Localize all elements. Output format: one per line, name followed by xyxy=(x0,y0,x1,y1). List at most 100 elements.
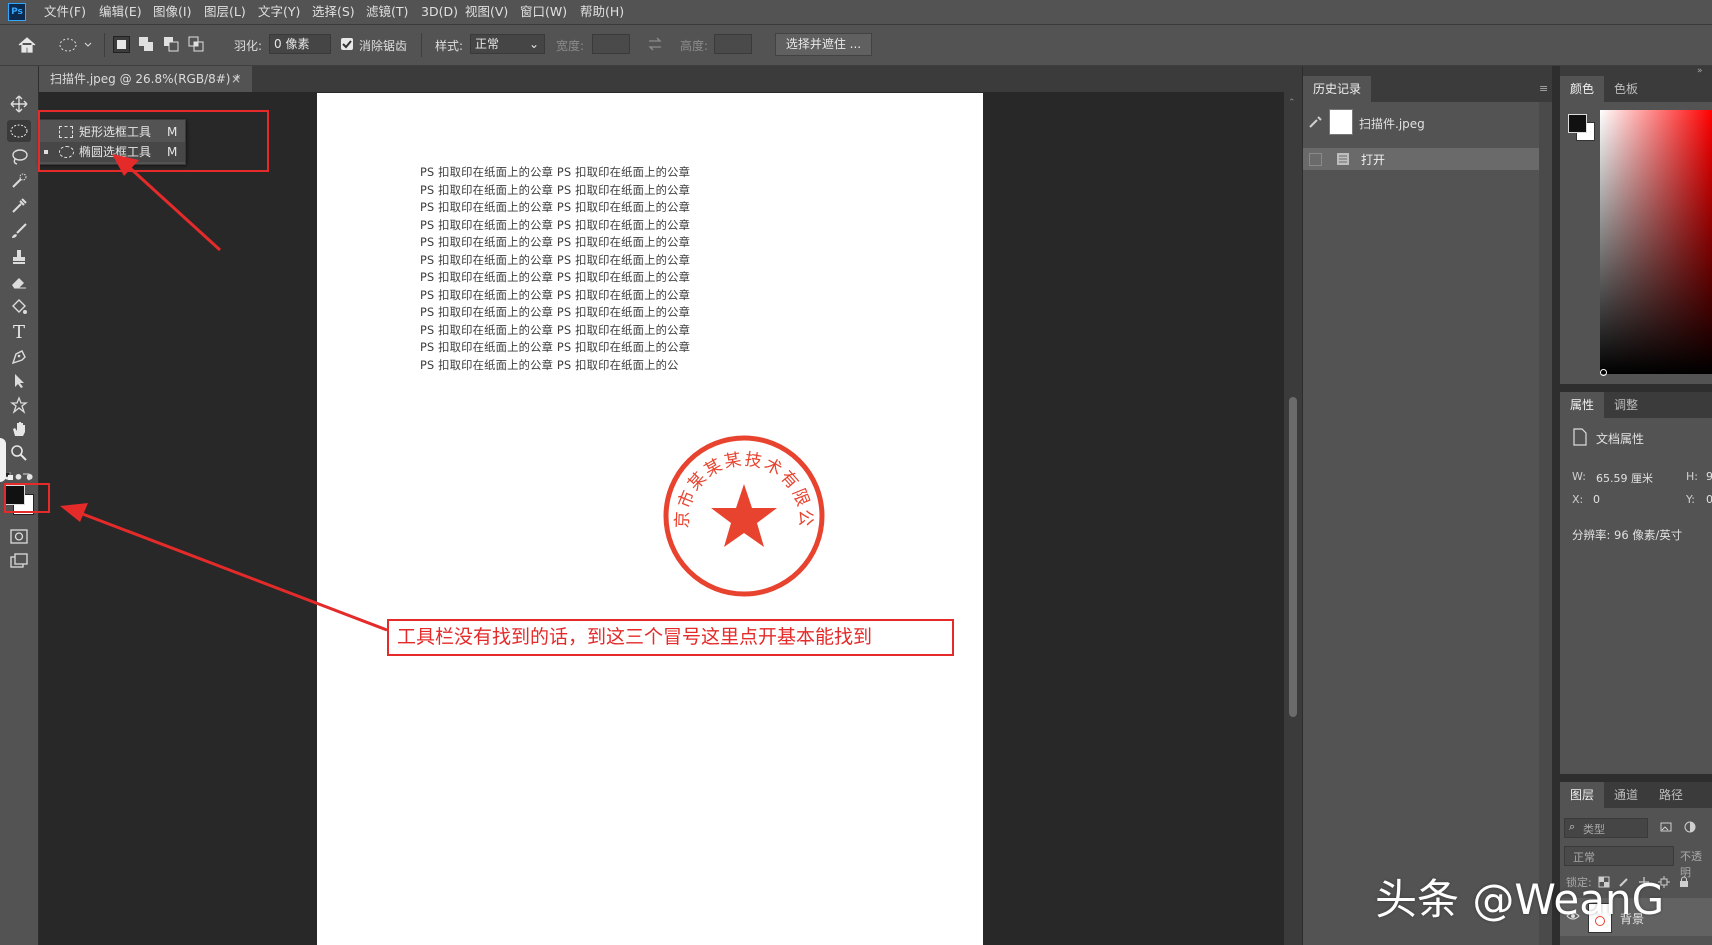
tab-history[interactable]: 历史记录 xyxy=(1303,76,1372,102)
ellipse-marquee-preset-icon[interactable] xyxy=(58,37,94,53)
scrollbar-thumb[interactable] xyxy=(1289,397,1297,717)
annotation-callout: 工具栏没有找到的话，到这三个冒号这里点开基本能找到 xyxy=(387,619,954,656)
history-step-label: 打开 xyxy=(1361,153,1386,167)
menu-view[interactable]: 视图(V) xyxy=(465,0,508,24)
lasso-tool-icon[interactable] xyxy=(7,146,31,168)
tab-properties[interactable]: 属性 xyxy=(1560,392,1605,418)
tab-layers[interactable]: 图层 xyxy=(1560,782,1605,808)
style-select[interactable]: 正常 ⌄ xyxy=(470,34,545,54)
home-icon[interactable] xyxy=(17,36,37,54)
color-spectrum-picker[interactable] xyxy=(1600,110,1712,374)
search-icon: ⌕ xyxy=(1569,820,1576,833)
add-selection-icon[interactable] xyxy=(138,36,155,53)
history-brush-source-icon[interactable] xyxy=(1307,114,1323,130)
tab-channels[interactable]: 通道 xyxy=(1604,782,1648,808)
style-select-value: 正常 xyxy=(475,37,500,51)
x-prop-value[interactable]: 0 xyxy=(1593,493,1600,506)
eyedropper-tool-icon[interactable] xyxy=(7,195,31,217)
tab-paths[interactable]: 路径 xyxy=(1649,782,1693,808)
filter-adjustment-icon[interactable] xyxy=(1684,821,1696,833)
quick-selection-tool-icon[interactable] xyxy=(7,170,31,192)
close-tab-icon[interactable]: × xyxy=(231,66,241,92)
menu-window[interactable]: 窗口(W) xyxy=(520,0,567,24)
panel-menu-icon[interactable]: ≡ xyxy=(1539,82,1548,95)
move-tool-icon[interactable] xyxy=(7,93,31,115)
eraser-tool-icon[interactable] xyxy=(7,271,31,293)
options-bar: 羽化: 0 像素 消除锯齿 样式: 正常 ⌄ 宽度: 高度: 选择并遮住 ... xyxy=(0,25,1712,66)
photoshop-logo[interactable]: Ps xyxy=(8,3,26,21)
width-label: 宽度: xyxy=(556,39,585,53)
lock-all-icon[interactable] xyxy=(1678,876,1690,888)
layer-filter-select[interactable]: ⌕ 类型 xyxy=(1564,818,1648,838)
width-prop-value[interactable]: 65.59 厘米 xyxy=(1596,470,1653,486)
menu-edit[interactable]: 编辑(E) xyxy=(99,0,142,24)
canvas-scrollbar[interactable]: ⌃ xyxy=(1284,92,1302,945)
history-panel: 历史记录 ≡ 扫描件.jpeg 打开 xyxy=(1302,66,1553,945)
history-scrollbar[interactable] xyxy=(1539,102,1553,945)
blend-mode-select[interactable]: 正常 xyxy=(1564,846,1674,866)
menu-filter[interactable]: 滤镜(T) xyxy=(366,0,408,24)
more-tools-highlight-box xyxy=(4,483,50,513)
history-step-checkbox[interactable] xyxy=(1309,153,1322,166)
collapse-panels-icon[interactable]: » xyxy=(1697,66,1703,76)
document-text-line: PS 扣取印在纸面上的公章 PS 扣取印在纸面上的公章 xyxy=(420,201,691,214)
pen-tool-icon[interactable] xyxy=(7,346,31,368)
history-step[interactable]: 打开 xyxy=(1303,148,1539,170)
new-selection-icon[interactable] xyxy=(113,36,130,53)
select-and-mask-button[interactable]: 选择并遮住 ... xyxy=(775,33,872,56)
antialias-checkbox[interactable] xyxy=(341,38,353,50)
color-panel-foreground-swatch[interactable] xyxy=(1568,114,1587,133)
quick-mask-icon[interactable] xyxy=(7,526,31,548)
feather-input[interactable]: 0 像素 xyxy=(269,34,331,54)
filter-image-icon[interactable] xyxy=(1660,821,1672,833)
document-properties-icon xyxy=(1572,428,1588,446)
menu-select[interactable]: 选择(S) xyxy=(312,0,355,24)
document-text-line: PS 扣取印在纸面上的公章 PS 扣取印在纸面上的公章 xyxy=(420,288,691,302)
path-selection-tool-icon[interactable] xyxy=(7,370,31,392)
subtract-selection-icon[interactable] xyxy=(163,36,180,53)
menu-type[interactable]: 文字(Y) xyxy=(258,0,300,24)
menu-bar: Ps 文件(F) 编辑(E) 图像(I) 图层(L) 文字(Y) 选择(S) 滤… xyxy=(0,0,1712,25)
color-picker-cursor[interactable] xyxy=(1600,369,1607,376)
document-tab[interactable]: 扫描件.jpeg @ 26.8%(RGB/8#) * × xyxy=(38,66,252,92)
brush-tool-icon[interactable] xyxy=(7,220,31,242)
tab-adjustments[interactable]: 调整 xyxy=(1604,392,1648,418)
hand-tool-icon[interactable] xyxy=(7,418,31,440)
document-text-line: PS 扣取印在纸面上的公章 PS 扣取印在纸面上的公 xyxy=(420,358,679,372)
menu-3d[interactable]: 3D(D) xyxy=(421,0,458,24)
document-text-line: PS 扣取印在纸面上的公章 PS 扣取印在纸面上的公章 xyxy=(420,306,691,319)
document-text-line: PS 扣取印在纸面上的公章 PS 扣取印在纸面上的公章 xyxy=(420,218,691,232)
feather-label: 羽化: xyxy=(234,39,263,53)
antialias-label: 消除锯齿 xyxy=(359,39,408,53)
type-tool-icon[interactable]: T xyxy=(7,321,31,343)
y-prop-value[interactable]: 0 xyxy=(1706,493,1712,506)
swap-dimensions-icon[interactable] xyxy=(647,37,663,51)
tab-color[interactable]: 颜色 xyxy=(1560,76,1605,102)
height-input[interactable] xyxy=(714,34,752,54)
menu-layer[interactable]: 图层(L) xyxy=(204,0,246,24)
stamp-tool-icon[interactable] xyxy=(7,246,31,268)
swap-colors-icon[interactable] xyxy=(22,471,32,481)
width-input[interactable] xyxy=(592,34,630,54)
intersect-selection-icon[interactable] xyxy=(188,36,205,53)
paint-bucket-tool-icon[interactable] xyxy=(7,296,31,318)
right-panel-column: 颜色 色板 属性 调整 文档属性 W: 65.59 厘米 H: 9 X: 0 Y… xyxy=(1560,66,1712,945)
ellipse-marquee-tool-icon[interactable] xyxy=(7,120,31,142)
flyout-highlight-box xyxy=(38,110,269,172)
history-snapshot[interactable]: 扫描件.jpeg xyxy=(1303,104,1539,140)
height-prop-value[interactable]: 9 xyxy=(1706,470,1712,483)
screen-mode-icon[interactable] xyxy=(7,550,31,572)
scroll-up-icon[interactable]: ⌃ xyxy=(1288,98,1296,108)
blend-mode-value: 正常 xyxy=(1573,851,1595,864)
menu-file[interactable]: 文件(F) xyxy=(44,0,86,24)
default-colors-icon[interactable] xyxy=(5,472,13,480)
tab-swatches[interactable]: 色板 xyxy=(1604,76,1648,102)
width-prop-label: W: xyxy=(1572,470,1586,483)
menu-image[interactable]: 图像(I) xyxy=(153,0,191,24)
document-icon xyxy=(1336,152,1350,166)
custom-shape-tool-icon[interactable] xyxy=(7,394,31,416)
company-seal: 北京市某某某技术有限公司 xyxy=(660,432,828,600)
menu-help[interactable]: 帮助(H) xyxy=(580,0,624,24)
zoom-tool-icon[interactable] xyxy=(7,442,31,464)
toolbar-edge-handle xyxy=(0,438,6,482)
